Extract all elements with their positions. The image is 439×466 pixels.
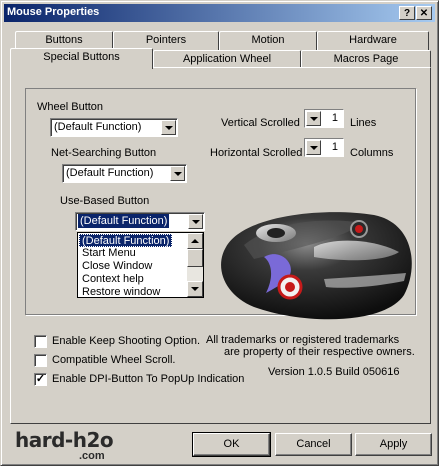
wheel-button-value: (Default Function) [54, 121, 142, 133]
horizontal-scrolled-spinner[interactable]: 1 [304, 138, 344, 157]
trademark-line-2: are property of their respective owners. [224, 346, 415, 358]
tab-motion[interactable]: Motion [219, 31, 317, 50]
brand-logo: hard-h2o [15, 428, 114, 452]
brand-watermark: hard-h2o .com [15, 428, 114, 462]
wheel-button-select[interactable]: (Default Function) [50, 118, 178, 137]
horizontal-scrolled-label: Horizontal Scrolled [210, 147, 303, 159]
list-item[interactable]: Context help [80, 273, 146, 286]
vertical-scrolled-unit: Lines [350, 117, 377, 129]
scroll-up-icon[interactable] [187, 233, 203, 249]
horizontal-scrolled-unit: Columns [350, 147, 394, 159]
vertical-scrolled-value: 1 [331, 112, 338, 124]
horizontal-scrolled-value: 1 [331, 141, 338, 153]
list-item[interactable]: Start Menu [80, 247, 138, 260]
cancel-button[interactable]: Cancel [275, 433, 352, 456]
tab-hardware[interactable]: Hardware [317, 31, 429, 50]
ok-button[interactable]: OK [192, 432, 271, 457]
spin-down-button[interactable] [306, 111, 321, 126]
net-searching-button-value: (Default Function) [66, 167, 154, 179]
close-button[interactable]: ✕ [416, 6, 432, 20]
chevron-down-icon[interactable] [161, 120, 176, 135]
version-text: Version 1.0.5 Build 050616 [268, 366, 400, 378]
use-based-button-dropdown-list[interactable]: (Default Function) Start Menu Close Wind… [77, 232, 204, 298]
dpi-popup-label: Enable DPI-Button To PopUp Indication [52, 373, 245, 385]
keep-shooting-label: Enable Keep Shooting Option. [52, 335, 201, 347]
keep-shooting-checkbox[interactable] [34, 335, 47, 348]
vertical-scrolled-label: Vertical Scrolled [221, 117, 300, 129]
help-button[interactable]: ? [399, 6, 415, 20]
list-item[interactable]: Close Window [80, 260, 154, 273]
compatible-wheel-scroll-label: Compatible Wheel Scroll. [52, 354, 176, 366]
brand-logo-suffix: .com [79, 450, 105, 462]
chevron-down-icon [307, 112, 320, 125]
window-title: Mouse Properties [7, 6, 100, 18]
close-icon: ✕ [419, 8, 429, 19]
compatible-wheel-scroll-checkbox[interactable] [34, 354, 47, 367]
net-searching-button-label: Net-Searching Button [51, 147, 157, 159]
vertical-scrolled-spinner[interactable]: 1 [304, 109, 344, 128]
use-based-button-value: (Default Function) [78, 214, 170, 228]
title-bar: Mouse Properties ? ✕ [4, 4, 435, 22]
chevron-down-icon [307, 141, 320, 154]
mouse-illustration [221, 212, 412, 320]
list-item[interactable]: (Default Function) [79, 234, 173, 247]
spin-down-button[interactable] [306, 140, 321, 155]
mouse-properties-window: Mouse Properties ? ✕ Buttons Pointers Mo… [0, 0, 439, 466]
apply-button[interactable]: Apply [355, 433, 432, 456]
tab-special-buttons[interactable]: Special Buttons [10, 48, 153, 69]
list-item[interactable]: Restore window [80, 286, 162, 297]
scroll-thumb[interactable] [187, 249, 203, 267]
dpi-popup-checkbox[interactable]: ✓ [34, 373, 47, 386]
list-scrollbar[interactable] [187, 233, 203, 297]
wheel-button-label: Wheel Button [37, 101, 104, 113]
use-based-button-select[interactable]: (Default Function) [75, 212, 205, 231]
use-based-button-label: Use-Based Button [60, 195, 150, 207]
net-searching-button-select[interactable]: (Default Function) [62, 164, 187, 183]
chevron-down-icon[interactable] [170, 166, 185, 181]
trademark-line-1: All trademarks or registered trademarks [206, 334, 400, 346]
chevron-down-icon[interactable] [188, 214, 203, 229]
scroll-down-icon[interactable] [187, 281, 203, 297]
